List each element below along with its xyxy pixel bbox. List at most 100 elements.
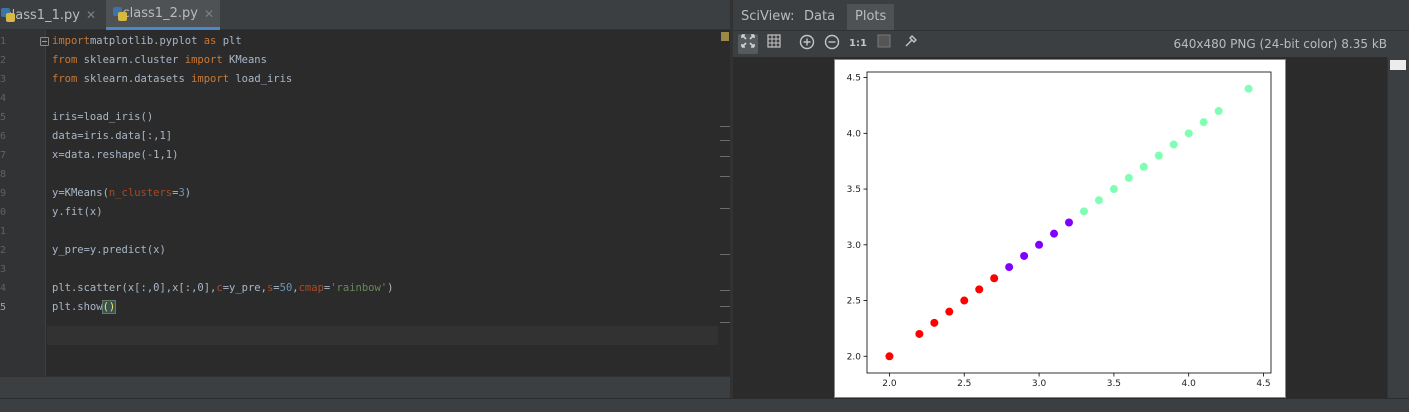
line-number: 0	[0, 207, 7, 218]
scroll-marker[interactable]	[720, 156, 730, 157]
scroll-marker[interactable]	[720, 126, 730, 127]
python-file-icon	[0, 7, 8, 23]
line-number: 8	[0, 169, 7, 180]
zoom-out-icon[interactable]	[822, 34, 842, 54]
scroll-marker[interactable]	[720, 176, 730, 177]
y-tick-label: 3.5	[847, 185, 861, 195]
line-number: 1	[0, 36, 7, 47]
data-point	[1214, 107, 1223, 116]
data-point	[1244, 84, 1253, 93]
code-token: 'rainbow'	[330, 282, 388, 294]
line-number: 2	[0, 55, 7, 66]
plot-image: 2.0 2.5 3.0 3.5 4.0 4.5 2.0 2.5 3.0 3.5 4.0 4.5	[834, 59, 1286, 398]
tab-label: class1_1.py	[4, 7, 80, 23]
code-token: y=KMeans(	[52, 187, 109, 199]
data-point	[1079, 207, 1088, 216]
y-tick-label: 2.0	[847, 352, 862, 362]
data-point	[1124, 173, 1133, 182]
line-number: 3	[0, 74, 7, 85]
code-token: import	[184, 54, 223, 66]
code-token: matplotlib.pyplot	[89, 35, 204, 47]
data-point	[930, 318, 939, 327]
tab-plots[interactable]: Plots	[847, 4, 895, 30]
tab-class1-2[interactable]: class1_2.py ✕	[106, 0, 220, 30]
data-point	[885, 352, 894, 361]
code-token: plt.scatter(x[:,0],x[:,0],	[52, 282, 217, 294]
code-line[interactable]: importmatplotlib.pyplot as plt	[52, 32, 242, 51]
scroll-marker[interactable]	[720, 322, 730, 323]
code-line[interactable]: data=iris.data[:,1]	[52, 127, 172, 146]
code-line[interactable]: y_pre=y.predict(x)	[52, 241, 166, 260]
close-icon[interactable]: ✕	[86, 8, 96, 22]
data-point	[945, 307, 954, 316]
scroll-marker[interactable]	[720, 208, 730, 209]
line-number: 3	[0, 264, 7, 275]
sciview-pane: SciView: Data Plots 1:1 640x480 PNG (24-…	[733, 0, 1409, 412]
data-point	[1184, 129, 1193, 138]
code-token: import	[52, 35, 90, 47]
data-point	[1020, 251, 1029, 260]
code-token: as	[203, 35, 217, 47]
code-line[interactable]: y=KMeans(n_clusters=3)	[52, 184, 191, 203]
x-tick-label: 4.0	[1182, 379, 1197, 389]
code-line[interactable]: from sklearn.datasets import load_iris	[52, 70, 292, 89]
code-token: sklearn.datasets	[77, 73, 192, 85]
code-token: iris=load_iris()	[52, 111, 154, 123]
line-number: 1	[0, 226, 7, 237]
scroll-marker[interactable]	[720, 254, 730, 255]
y-tick-label: 4.5	[847, 74, 861, 84]
code-token: n_clusters	[108, 187, 173, 199]
x-tick-label: 4.5	[1256, 379, 1270, 389]
x-tick-label: 3.5	[1107, 379, 1121, 389]
code-line[interactable]: plt.scatter(x[:,0],x[:,0],c=y_pre,s=50,c…	[52, 279, 393, 298]
scroll-marker[interactable]	[720, 290, 730, 291]
plot-thumbnail[interactable]	[1390, 60, 1406, 70]
data-point	[915, 329, 924, 338]
tab-data[interactable]: Data	[796, 4, 843, 30]
code-token: plt	[216, 35, 242, 47]
code-line[interactable]: from sklearn.cluster import KMeans	[52, 51, 267, 70]
code-token: from	[52, 73, 78, 85]
code-line[interactable]: iris=load_iris()	[52, 108, 153, 127]
ide-window: class1_1.py ✕ class1_2.py ✕ 1 2 3 4 5 6 7 8 9 0 1 2…	[0, 0, 1409, 412]
code-line[interactable]: x=data.reshape(-1,1)	[52, 146, 178, 165]
data-point	[1005, 263, 1014, 272]
scroll-marker[interactable]	[720, 306, 730, 307]
data-point	[1094, 196, 1103, 205]
scroll-marker[interactable]	[720, 140, 730, 141]
actual-size-icon[interactable]: 1:1	[848, 34, 868, 54]
data-point	[1154, 151, 1163, 160]
line-number: 9	[0, 188, 7, 199]
y-tick-label: 2.5	[847, 297, 861, 307]
code-line[interactable]: y.fit(x)	[52, 203, 103, 222]
code-token: )	[387, 282, 394, 294]
y-tick-label: 3.0	[847, 241, 862, 251]
data-point	[1065, 218, 1073, 227]
code-line[interactable]: plt.show()	[52, 298, 117, 317]
fit-icon[interactable]	[738, 34, 758, 54]
editor-tab-bar: class1_1.py ✕ class1_2.py ✕	[0, 0, 730, 30]
current-line-highlight	[47, 326, 720, 345]
code-editor-pane: class1_1.py ✕ class1_2.py ✕ 1 2 3 4 5 6 7 8 9 0 1 2…	[0, 0, 730, 412]
grid-icon[interactable]	[764, 34, 784, 54]
line-number-gutter: 1 2 3 4 5 6 7 8 9 0 1 2 3 4 5	[0, 30, 49, 376]
editor-scrollbar[interactable]	[718, 30, 730, 376]
image-info: 640x480 PNG (24-bit color) 8.35 kB	[1173, 37, 1387, 51]
code-token: from	[52, 54, 78, 66]
data-point	[1169, 140, 1178, 149]
inspection-status-icon[interactable]	[721, 32, 729, 41]
code-token: )	[184, 187, 192, 199]
code-area[interactable]: importmatplotlib.pyplot as plt from sklea…	[47, 30, 720, 376]
zoom-in-icon[interactable]	[797, 34, 817, 54]
background-icon[interactable]	[874, 34, 894, 54]
code-token: import	[191, 73, 230, 85]
line-number: 5	[0, 302, 7, 313]
code-token: y_pre=y.predict(x)	[52, 244, 166, 256]
close-icon[interactable]: ✕	[204, 7, 214, 21]
tab-class1-1[interactable]: class1_1.py ✕	[0, 0, 102, 30]
color-picker-icon[interactable]	[901, 34, 921, 54]
sciview-label: SciView:	[741, 9, 795, 24]
code-token: ()	[101, 300, 117, 314]
data-point	[1109, 185, 1118, 194]
tab-label: class1_2.py	[122, 6, 198, 21]
